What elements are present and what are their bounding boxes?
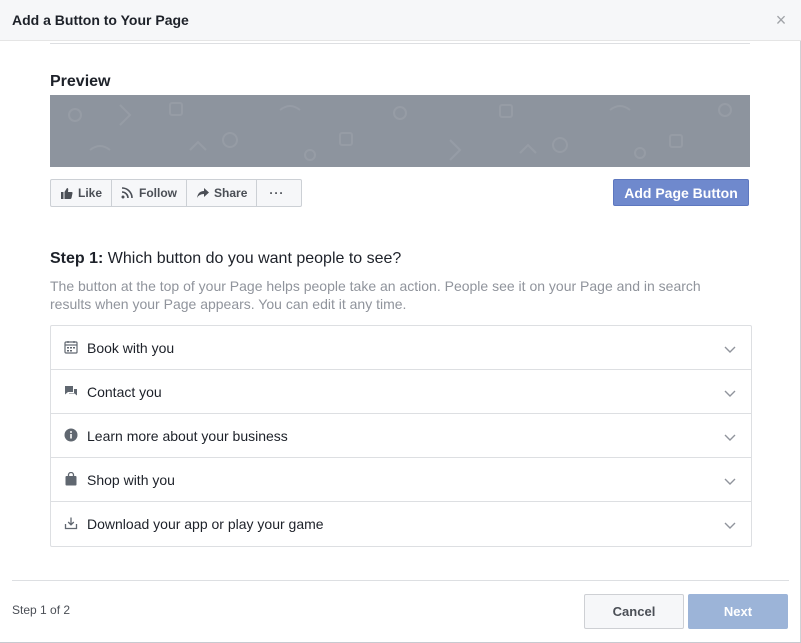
option-label: Contact you: [87, 383, 162, 400]
option-download-app[interactable]: Download your app or play your game: [51, 502, 751, 546]
shopping-bag-icon: [65, 472, 77, 486]
step-description: The button at the top of your Page helps…: [50, 278, 701, 312]
calendar-icon: [64, 341, 78, 354]
step-heading: Step 1: Which button do you want people …: [50, 250, 401, 268]
option-book-with-you[interactable]: Book with you: [51, 326, 751, 370]
option-learn-more[interactable]: Learn more about your business: [51, 414, 751, 458]
dialog-header: Add a Button to Your Page ×: [0, 0, 801, 41]
step-indicator: Step 1 of 2: [12, 603, 71, 617]
more-button[interactable]: ···: [257, 180, 296, 206]
more-icon: ···: [269, 186, 285, 200]
share-label: Share: [214, 186, 248, 200]
chevron-down-icon: [724, 346, 736, 353]
share-arrow-icon: [197, 188, 210, 198]
cover-photo-preview: [50, 95, 750, 167]
like-button[interactable]: Like: [51, 180, 113, 206]
page-action-bar: Like Follow Share ···: [50, 179, 302, 207]
follow-button[interactable]: Follow: [112, 180, 188, 206]
option-label: Download your app or play your game: [87, 516, 324, 532]
option-shop-with-you[interactable]: Shop with you: [51, 458, 751, 502]
option-label: Learn more about your business: [87, 427, 288, 444]
cover-pattern: [68, 102, 732, 161]
follow-label: Follow: [139, 186, 178, 200]
close-icon[interactable]: ×: [773, 11, 789, 29]
add-button-dialog: Add a Button to Your Page × Preview Like: [0, 0, 801, 643]
option-label: Shop with you: [87, 471, 175, 488]
rss-icon: [121, 187, 133, 199]
next-button[interactable]: Next: [688, 594, 788, 629]
chevron-down-icon: [724, 390, 736, 397]
add-page-button[interactable]: Add Page Button: [613, 179, 749, 206]
like-label: Like: [78, 186, 103, 200]
preview-heading: Preview: [50, 73, 111, 90]
chevron-down-icon: [724, 522, 736, 529]
step-label: Step 1:: [50, 250, 104, 267]
share-button[interactable]: Share: [187, 180, 258, 206]
download-icon: [64, 517, 78, 530]
footer-divider: [12, 580, 789, 581]
chevron-down-icon: [724, 478, 736, 485]
option-label: Book with you: [87, 339, 175, 356]
option-contact-you[interactable]: Contact you: [51, 370, 751, 414]
chat-bubbles-icon: [65, 386, 77, 396]
button-option-list: Book with you Contact you Learn more abo…: [50, 325, 752, 547]
info-icon: [64, 428, 78, 442]
content-top-divider: [50, 41, 750, 44]
thumbs-up-icon: [61, 188, 73, 199]
step-question: Which button do you want people to see?: [103, 250, 402, 267]
cancel-button[interactable]: Cancel: [584, 594, 684, 629]
dialog-title: Add a Button to Your Page: [12, 12, 189, 28]
chevron-down-icon: [724, 434, 736, 441]
